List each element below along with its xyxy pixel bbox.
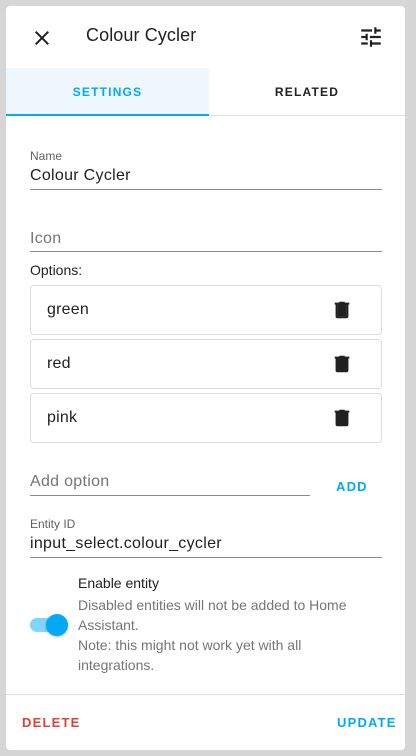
option-text: red — [47, 355, 71, 372]
tab-bar: SETTINGS RELATED — [6, 68, 405, 116]
tune-icon — [361, 27, 381, 47]
close-button[interactable] — [30, 26, 54, 50]
delete-button[interactable]: DELETE — [22, 715, 80, 730]
entity-id-field[interactable] — [30, 509, 382, 558]
delete-option-button[interactable] — [331, 407, 353, 429]
enable-entity-note: Note: this might not work yet with all i… — [78, 637, 302, 673]
advanced-settings-button[interactable] — [358, 24, 384, 50]
list-item[interactable]: pink — [30, 393, 382, 443]
option-text: green — [47, 301, 89, 318]
dialog-footer: DELETE UPDATE — [6, 694, 405, 750]
tab-settings[interactable]: SETTINGS — [6, 68, 209, 116]
options-label: Options: — [30, 262, 83, 278]
enable-entity-title: Enable entity — [78, 575, 159, 591]
enable-entity-desc-text: Disabled entities will not be added to H… — [78, 597, 347, 633]
toggle-thumb — [46, 614, 68, 636]
delete-option-button[interactable] — [331, 299, 353, 321]
dialog-title: Colour Cycler — [86, 25, 197, 45]
enable-entity-toggle[interactable] — [30, 614, 68, 636]
delete-option-button[interactable] — [331, 353, 353, 375]
add-option-button[interactable]: ADD — [336, 479, 368, 494]
name-field[interactable] — [30, 141, 382, 190]
trash-icon — [334, 355, 350, 373]
entity-settings-dialog: Colour Cycler SETTINGS RELATED Name Colo… — [6, 6, 405, 750]
trash-icon — [334, 409, 350, 427]
icon-field[interactable] — [30, 206, 382, 252]
list-item[interactable]: green — [30, 285, 382, 335]
add-option-input[interactable] — [30, 456, 310, 496]
close-icon — [35, 31, 49, 45]
trash-icon — [334, 301, 350, 319]
tab-related[interactable]: RELATED — [209, 68, 405, 116]
dialog-header: Colour Cycler — [6, 6, 405, 68]
update-button[interactable]: UPDATE — [337, 715, 397, 730]
enable-entity-description: Disabled entities will not be added to H… — [78, 595, 378, 675]
list-item[interactable]: red — [30, 339, 382, 389]
option-text: pink — [47, 409, 78, 426]
